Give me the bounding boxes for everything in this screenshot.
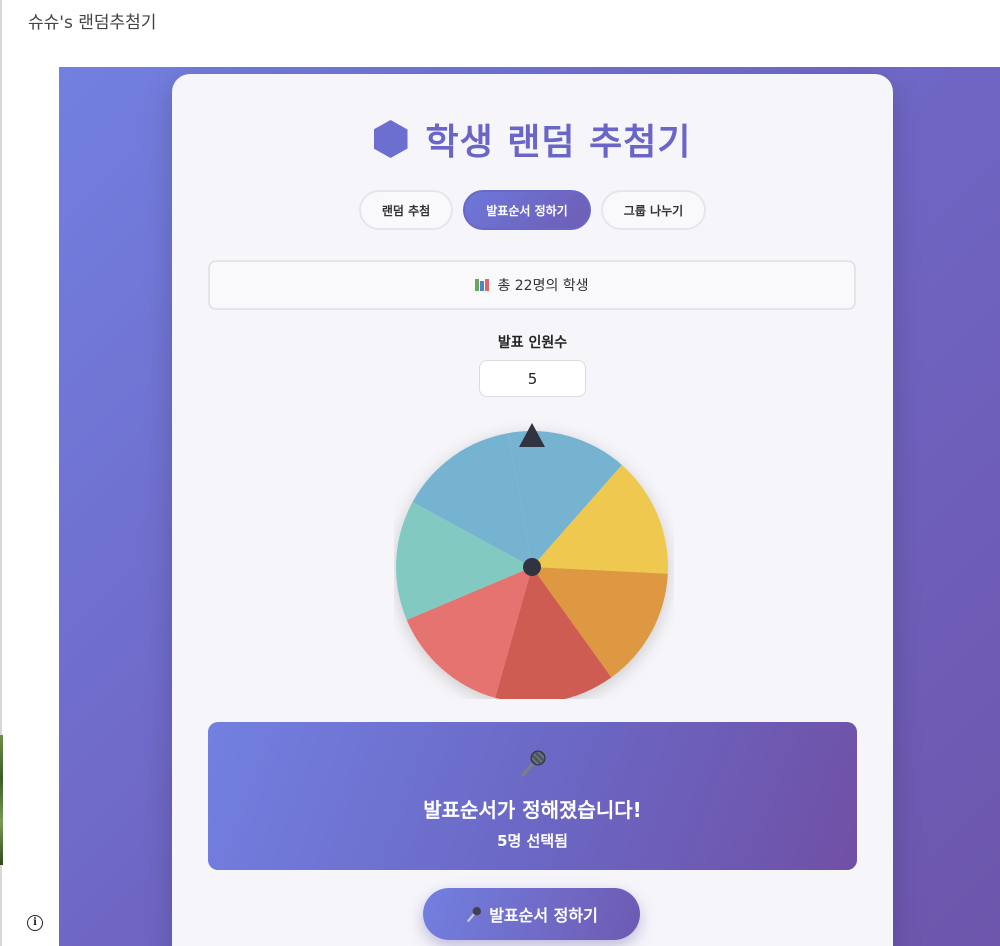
- presenter-count-input[interactable]: [479, 360, 586, 397]
- tab-random-draw[interactable]: 랜덤 추첨: [359, 190, 453, 230]
- presenter-count-label: 발표 인원수: [497, 335, 568, 351]
- student-count-text: 총 22명의 학생: [497, 278, 589, 294]
- main-card: 학생 랜덤 추첨기 랜덤 추첨 발표순서 정하기 그룹 나누기 총 22명의 학…: [172, 74, 893, 946]
- decide-order-button[interactable]: 발표순서 정하기: [423, 888, 640, 940]
- app-title: 학생 랜덤 추첨기: [425, 122, 692, 163]
- microphone-icon: [467, 906, 482, 922]
- result-panel: 발표순서가 정해졌습니다! 5명 선택됨: [208, 722, 857, 870]
- background-strip: [0, 735, 3, 865]
- wheel-hub: [523, 558, 541, 576]
- spin-wheel[interactable]: [394, 414, 674, 704]
- app-background: 학생 랜덤 추첨기 랜덤 추첨 발표순서 정하기 그룹 나누기 총 22명의 학…: [59, 67, 1000, 946]
- wheel-graphic: [395, 423, 668, 704]
- tab-group-split[interactable]: 그룹 나누기: [601, 190, 706, 230]
- hexagon-icon: [373, 120, 408, 158]
- result-title: 발표순서가 정해졌습니다!: [423, 798, 642, 822]
- tab-presentation-order[interactable]: 발표순서 정하기: [463, 190, 591, 230]
- info-icon[interactable]: i: [27, 915, 43, 931]
- header: 학생 랜덤 추첨기: [172, 114, 893, 164]
- student-count-box: 총 22명의 학생: [208, 260, 856, 310]
- result-subtitle: 5명 선택됨: [497, 832, 568, 850]
- window-title: 슈슈's 랜덤추첨기: [28, 13, 157, 33]
- decide-order-label: 발표순서 정하기: [489, 906, 598, 925]
- mode-tabs: 랜덤 추첨 발표순서 정하기 그룹 나누기: [172, 190, 893, 230]
- books-icon: [475, 279, 490, 291]
- microphone-icon: [521, 750, 546, 777]
